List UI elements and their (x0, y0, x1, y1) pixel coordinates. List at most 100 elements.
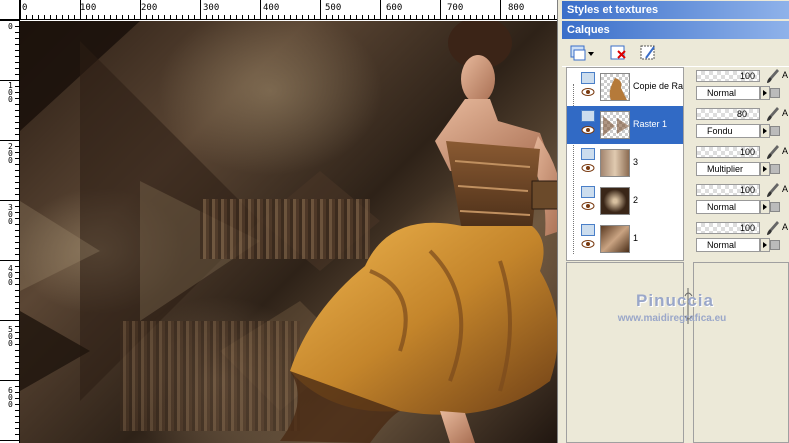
lock-icon[interactable] (770, 202, 780, 212)
woman-figure-image (280, 21, 557, 443)
layer-properties-icon[interactable] (638, 43, 658, 63)
opacity-value: 100 (739, 185, 755, 195)
eye-icon[interactable] (581, 88, 595, 96)
layer-name: Copie de Ra (633, 81, 683, 91)
opacity-slider[interactable]: 100 (696, 184, 760, 196)
truncated-label: A (782, 222, 789, 232)
ruler-label: 500 (325, 3, 342, 13)
chevron-down-icon[interactable] (586, 43, 596, 63)
ruler-label: 800 (508, 3, 525, 13)
layer-type-icon (581, 110, 595, 122)
ruler-label: 400 (8, 264, 13, 287)
blend-mode-arrow[interactable] (760, 86, 770, 100)
eye-icon[interactable] (581, 164, 595, 172)
vertical-ruler: 0 100 200 300 400 500 600 (0, 20, 20, 443)
layer-props-1: 100 A Normal (693, 219, 789, 257)
layer-type-icon (581, 72, 595, 84)
watermark-url: www.maidiregrafica.eu (617, 313, 727, 324)
layer-properties-empty-area (693, 262, 789, 443)
layer-type-icon (581, 186, 595, 198)
truncated-label: A (782, 70, 789, 80)
ruler-label: 100 (8, 81, 13, 104)
horizontal-ruler-ticks (20, 0, 555, 19)
layer-row-copie-de-raster[interactable]: Copie de Ra (567, 68, 683, 106)
layer-row-3[interactable]: 3 (567, 144, 683, 182)
layer-thumbnail (600, 187, 630, 215)
blend-mode-arrow[interactable] (760, 200, 770, 214)
ruler-label: 300 (203, 3, 220, 13)
blend-mode-select[interactable]: Normal (696, 86, 760, 100)
artwork-canvas[interactable] (20, 21, 557, 443)
layers-list[interactable]: Copie de Ra Raster 1 3 2 1 (566, 67, 684, 261)
lock-icon[interactable] (770, 164, 780, 174)
layer-row-2[interactable]: 2 (567, 182, 683, 220)
opacity-value: 100 (739, 223, 755, 233)
ruler-label: 700 (447, 3, 464, 13)
layer-props-copie-de-raster: 100 A Normal (693, 67, 789, 105)
brush-icon[interactable] (766, 144, 780, 160)
layers-list-empty-area[interactable] (566, 262, 684, 443)
layer-row-raster-1[interactable]: Raster 1 (567, 106, 683, 144)
layer-props-raster-1: 80 A Fondu (693, 105, 789, 143)
truncated-label: A (782, 146, 789, 156)
eye-icon[interactable] (581, 240, 595, 248)
brush-icon[interactable] (766, 68, 780, 84)
layer-type-icon (581, 148, 595, 160)
layer-name: 2 (633, 195, 639, 205)
blend-mode-select[interactable]: Fondu (696, 124, 760, 138)
blend-mode-select[interactable]: Multiplier (696, 162, 760, 176)
brush-icon[interactable] (766, 220, 780, 236)
layer-thumbnail (600, 225, 630, 253)
blend-mode-arrow[interactable] (760, 162, 770, 176)
opacity-value: 80 (736, 109, 747, 119)
ruler-label: 400 (263, 3, 280, 13)
layer-name: 3 (633, 157, 639, 167)
ruler-label: 100 (80, 3, 97, 13)
layer-row-1[interactable]: 1 (567, 220, 683, 258)
opacity-slider[interactable]: 100 (696, 222, 760, 234)
blend-mode-arrow[interactable] (760, 238, 770, 252)
watermark-name: Pinuccia (636, 291, 714, 310)
ruler-label: 200 (141, 3, 158, 13)
ruler-corner (0, 0, 20, 20)
opacity-slider[interactable]: 100 (696, 70, 760, 82)
lock-icon[interactable] (770, 126, 780, 136)
opacity-value: 100 (739, 147, 755, 157)
styles-palette-titlebar[interactable]: Styles et textures (562, 1, 789, 19)
opacity-slider[interactable]: 100 (696, 146, 760, 158)
layer-props-3: 100 A Multiplier (693, 143, 789, 181)
delete-layer-icon[interactable] (608, 43, 628, 63)
truncated-label: A (782, 184, 789, 194)
ruler-label: 600 (8, 386, 13, 409)
opacity-slider[interactable]: 80 (696, 108, 760, 120)
layer-props-2: 100 A Normal (693, 181, 789, 219)
eye-icon[interactable] (581, 202, 595, 210)
new-layer-icon[interactable] (568, 43, 588, 63)
truncated-label: A (782, 108, 789, 118)
lock-icon[interactable] (770, 240, 780, 250)
layer-thumbnail (600, 73, 630, 101)
blend-mode-arrow[interactable] (760, 124, 770, 138)
brush-icon[interactable] (766, 182, 780, 198)
ruler-label: 0 (22, 3, 28, 13)
blend-mode-select[interactable]: Normal (696, 238, 760, 252)
lock-icon[interactable] (770, 88, 780, 98)
layer-thumbnail (600, 149, 630, 177)
ruler-label: 600 (386, 3, 403, 13)
layer-name: Raster 1 (633, 119, 668, 129)
blend-mode-select[interactable]: Normal (696, 200, 760, 214)
brush-icon[interactable] (766, 106, 780, 122)
ruler-label: 200 (8, 142, 13, 165)
ruler-label: 500 (8, 325, 13, 348)
layer-type-icon (581, 224, 595, 236)
layer-name: 1 (633, 233, 639, 243)
horizontal-ruler: 0 100 200 300 400 500 600 700 800 (20, 0, 557, 20)
layers-palette-titlebar[interactable]: Calques (562, 21, 789, 39)
image-canvas-area[interactable]: 0 100 200 300 400 500 600 700 800 0 100 … (0, 0, 557, 443)
layer-thumbnail (600, 111, 630, 139)
layer-properties-column: 100 A Normal 80 A Fondu 100 A Multiplier… (693, 67, 789, 261)
ruler-label: 300 (8, 203, 13, 226)
ruler-label: 0 (8, 22, 13, 31)
layers-toolbar (562, 39, 789, 67)
eye-icon[interactable] (581, 126, 595, 134)
